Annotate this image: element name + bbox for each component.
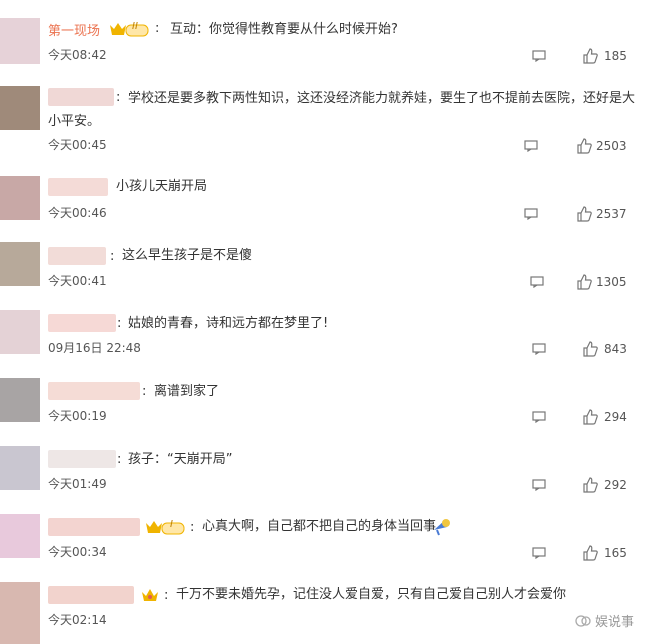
comment-text: 姑娘的青春，诗和远方都在梦里了! — [128, 316, 329, 331]
timestamp: 今天00:46 — [48, 206, 107, 220]
reply-icon[interactable] — [532, 479, 546, 491]
like-icon[interactable] — [582, 477, 598, 493]
watermark-logo-icon — [575, 614, 591, 627]
comment-text: 孩子：“天崩开局” — [128, 452, 233, 467]
like-count: 1305 — [596, 275, 627, 289]
username[interactable] — [48, 314, 116, 332]
like-icon[interactable] — [576, 274, 592, 290]
reply-icon[interactable] — [524, 140, 538, 152]
badge-level: II — [132, 21, 138, 32]
username[interactable]: 第一现场 — [48, 20, 100, 39]
avatar[interactable] — [0, 446, 40, 490]
reply-icon[interactable] — [532, 411, 546, 423]
comment-text: 学校还是要多教下两性知识，这还没经济能力就养娃，要生了也不提前去医院，还好是大 — [128, 91, 636, 106]
like-icon[interactable] — [582, 545, 598, 561]
timestamp: 今天00:34 — [48, 545, 107, 559]
comment-text: 离谱到家了 — [154, 384, 220, 399]
reply-icon[interactable] — [530, 276, 544, 288]
comment-text: 小孩儿天崩开局 — [116, 179, 208, 194]
like-count: 2537 — [596, 207, 627, 221]
avatar[interactable] — [0, 18, 40, 64]
comment-text: 这么早生孩子是不是傻 — [122, 248, 253, 263]
like-count: 292 — [604, 478, 627, 492]
avatar[interactable] — [0, 582, 40, 644]
timestamp: 今天00:19 — [48, 409, 107, 423]
reply-icon[interactable] — [524, 208, 538, 220]
watermark-text: 娱说事 — [594, 615, 634, 630]
comment-text: 心真大啊，自己都不把自己的身体当回事 — [202, 519, 437, 534]
like-icon[interactable] — [582, 48, 598, 64]
avatar[interactable] — [0, 310, 40, 354]
comment-text: 千万不要未婚先孕，记住没人爱自爱，只有自己爱自己别人才会爱你 — [176, 587, 567, 602]
colon: : — [110, 249, 115, 264]
avatar[interactable] — [0, 176, 40, 220]
colon: : — [155, 21, 160, 36]
reply-icon[interactable] — [532, 547, 546, 559]
timestamp: 今天02:14 — [48, 613, 107, 627]
crown-icon — [142, 589, 158, 601]
like-icon[interactable] — [582, 341, 598, 357]
comment-text-continued: 小平安。 — [48, 114, 101, 129]
like-icon[interactable] — [576, 206, 592, 222]
colon: : — [117, 452, 122, 467]
like-count: 294 — [604, 410, 627, 424]
colon: : — [116, 90, 121, 105]
crown-badge-icon — [110, 23, 149, 37]
like-count: 2503 — [596, 139, 627, 153]
username[interactable] — [48, 382, 140, 400]
like-icon[interactable] — [576, 138, 592, 154]
avatar[interactable] — [0, 514, 40, 558]
username[interactable] — [48, 178, 108, 196]
crown-badge-icon — [146, 521, 185, 535]
username[interactable] — [48, 247, 106, 265]
like-icon[interactable] — [582, 409, 598, 425]
timestamp: 09月16日 22:48 — [48, 341, 141, 355]
like-count: 165 — [604, 546, 627, 560]
reply-icon[interactable] — [532, 343, 546, 355]
avatar[interactable] — [0, 242, 40, 286]
timestamp: 今天00:41 — [48, 274, 107, 288]
like-count: 185 — [604, 49, 627, 63]
avatar[interactable] — [0, 86, 40, 130]
colon: : — [142, 384, 147, 399]
colon: : — [164, 588, 169, 603]
username[interactable] — [48, 518, 140, 536]
megaphone-emoji-icon — [434, 519, 450, 536]
vip-badge: II — [108, 20, 150, 38]
badge-level: I — [170, 519, 173, 530]
avatar[interactable] — [0, 378, 40, 422]
timestamp: 今天01:49 — [48, 477, 107, 491]
watermark: 娱说事 — [575, 611, 634, 630]
username[interactable] — [48, 88, 114, 106]
colon: : — [117, 316, 122, 331]
vip-badge: I — [144, 518, 186, 536]
timestamp: 今天00:45 — [48, 138, 107, 152]
comment-text: 互动：你觉得性教育要从什么时候开始? — [170, 22, 398, 37]
username[interactable] — [48, 586, 134, 604]
colon: : — [190, 520, 195, 535]
username[interactable] — [48, 450, 116, 468]
like-count: 843 — [604, 342, 627, 356]
reply-icon[interactable] — [532, 50, 546, 62]
timestamp: 今天08:42 — [48, 48, 107, 62]
